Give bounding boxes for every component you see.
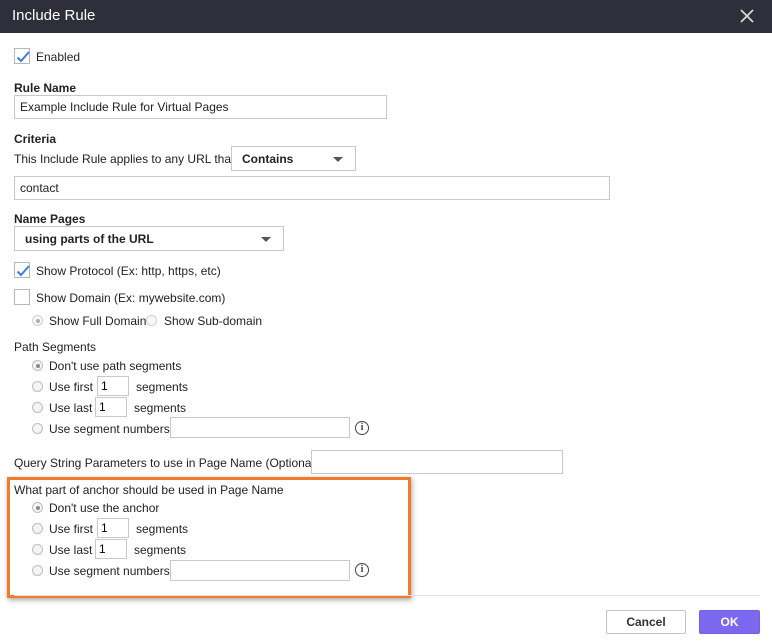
check-icon (16, 265, 30, 277)
anchor-use-numbers-label: Use segment numbers (49, 564, 170, 578)
rule-name-label: Rule Name (14, 81, 77, 95)
show-domain-label: Show Domain (Ex: mywebsite.com) (36, 291, 226, 305)
chevron-down-icon (261, 237, 271, 242)
path-segments-label: Path Segments (14, 340, 97, 354)
rule-name-input[interactable] (14, 95, 387, 119)
path-use-first-radio[interactable] (32, 381, 43, 392)
anchor-first-count-input[interactable] (97, 518, 129, 538)
close-icon[interactable] (736, 5, 758, 27)
enabled-checkbox[interactable] (14, 48, 30, 64)
check-icon (16, 51, 30, 63)
path-use-numbers-label: Use segment numbers (49, 422, 170, 436)
dialog-title: Include Rule (12, 7, 96, 24)
path-use-last-radio[interactable] (32, 402, 43, 413)
path-use-last-label: Use last (49, 401, 93, 415)
anchor-dont-use-label: Don't use the anchor (49, 501, 160, 515)
info-icon[interactable]: i (355, 421, 369, 435)
criteria-label: Criteria (14, 132, 57, 146)
anchor-last-segments-label: segments (134, 543, 187, 557)
path-use-first-label: Use first (49, 380, 94, 394)
chevron-down-icon (333, 157, 343, 162)
path-dont-use-radio[interactable] (32, 360, 43, 371)
show-protocol-label: Show Protocol (Ex: http, https, etc) (36, 264, 221, 278)
path-first-segments-label: segments (136, 380, 189, 394)
anchor-use-numbers-radio[interactable] (32, 565, 43, 576)
criteria-value-input[interactable] (14, 176, 610, 200)
anchor-label: What part of anchor should be used in Pa… (14, 483, 284, 497)
ok-button[interactable]: OK (699, 610, 760, 634)
path-last-count-input[interactable] (95, 397, 127, 417)
query-string-label: Query String Parameters to use in Page N… (14, 456, 319, 470)
show-domain-checkbox[interactable] (14, 289, 30, 305)
anchor-segment-numbers-input[interactable] (170, 560, 350, 581)
anchor-use-first-label: Use first (49, 522, 94, 536)
anchor-first-segments-label: segments (136, 522, 189, 536)
info-icon[interactable]: i (355, 563, 369, 577)
criteria-operator-select[interactable]: Contains (231, 146, 356, 171)
anchor-last-count-input[interactable] (95, 539, 127, 559)
path-first-count-input[interactable] (97, 376, 129, 396)
dialog-titlebar: Include Rule (0, 0, 772, 33)
anchor-use-first-radio[interactable] (32, 523, 43, 534)
domain-sub-radio[interactable] (146, 315, 157, 326)
domain-sub-label: Show Sub-domain (164, 314, 263, 328)
criteria-operator-value: Contains (242, 152, 294, 166)
name-pages-method-value: using parts of the URL (25, 232, 154, 246)
path-segment-numbers-input[interactable] (170, 417, 350, 438)
enabled-label: Enabled (36, 50, 81, 64)
path-last-segments-label: segments (134, 401, 187, 415)
name-pages-method-select[interactable]: using parts of the URL (14, 226, 284, 251)
footer-divider (14, 595, 760, 596)
domain-full-label: Show Full Domain (49, 314, 147, 328)
path-use-numbers-radio[interactable] (32, 423, 43, 434)
anchor-use-last-radio[interactable] (32, 544, 43, 555)
criteria-applies-text: This Include Rule applies to any URL tha… (14, 152, 235, 166)
cancel-button[interactable]: Cancel (606, 610, 686, 634)
query-string-input[interactable] (311, 450, 563, 474)
path-dont-use-label: Don't use path segments (49, 359, 182, 373)
show-protocol-checkbox[interactable] (14, 262, 30, 278)
name-pages-label: Name Pages (14, 212, 86, 226)
anchor-dont-use-radio[interactable] (32, 502, 43, 513)
domain-full-radio[interactable] (32, 315, 43, 326)
anchor-use-last-label: Use last (49, 543, 93, 557)
